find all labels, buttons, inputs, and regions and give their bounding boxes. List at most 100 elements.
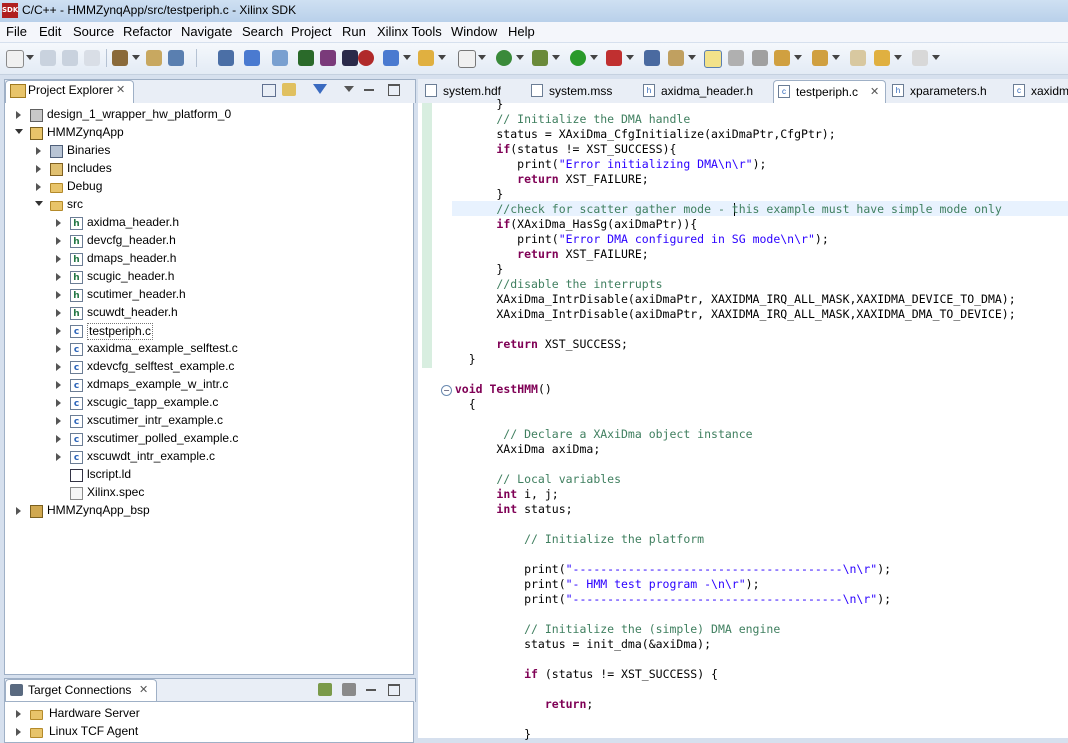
expand-icon[interactable] (56, 291, 61, 299)
back-dropdown-icon[interactable] (894, 55, 902, 60)
expand-icon[interactable] (36, 147, 41, 155)
expand-icon[interactable] (36, 183, 41, 191)
tree-item-linux-tcf-agent[interactable]: Linux TCF Agent (49, 724, 138, 742)
show-whitespace-icon[interactable] (752, 50, 768, 66)
expand-icon[interactable] (56, 273, 61, 281)
expand-icon[interactable] (56, 237, 61, 245)
tree-item[interactable]: design_1_wrapper_hw_platform_0 (47, 107, 231, 125)
tree-item[interactable]: lscript.ld (87, 467, 131, 485)
editor-tab[interactable]: h axidma_header.h (639, 80, 769, 102)
editor-tab[interactable]: c testperiph.c ✕ (773, 80, 886, 103)
expand-icon[interactable] (56, 219, 61, 227)
target-connection-settings-icon[interactable] (342, 683, 356, 696)
editor-tab[interactable]: c xaxidm (1009, 80, 1068, 102)
tree-item[interactable]: Binaries (67, 143, 110, 161)
tree-item[interactable]: xscutimer_polled_example.c (87, 431, 238, 449)
menu-xilinx-tools[interactable]: Xilinx Tools (377, 24, 442, 39)
menu-run[interactable]: Run (342, 24, 366, 39)
expand-icon[interactable] (56, 327, 61, 335)
marker-dropdown-icon[interactable] (688, 55, 696, 60)
new-icon[interactable] (6, 50, 24, 68)
close-icon[interactable]: ✕ (870, 85, 879, 98)
menu-navigate[interactable]: Navigate (181, 24, 232, 39)
link-with-editor-icon[interactable] (282, 83, 296, 96)
new-dropdown-icon[interactable] (26, 55, 34, 60)
expand-icon[interactable] (16, 710, 21, 718)
block-selection-icon[interactable] (728, 50, 744, 66)
expand-icon[interactable] (56, 345, 61, 353)
expand-icon[interactable] (56, 309, 61, 317)
menu-refactor[interactable]: Refactor (123, 24, 172, 39)
run-dropdown-icon[interactable] (590, 55, 598, 60)
maximize-icon[interactable] (388, 684, 400, 696)
tree-item[interactable]: xscuwdt_intr_example.c (87, 449, 215, 467)
tree-item[interactable]: Debug (67, 179, 102, 197)
save-icon[interactable] (40, 50, 56, 66)
minimize-icon[interactable] (366, 689, 376, 691)
new-source-dropdown-icon[interactable] (478, 55, 486, 60)
expand-icon[interactable] (56, 453, 61, 461)
tree-item-hardware-server[interactable]: Hardware Server (49, 706, 140, 724)
tree-item[interactable]: xdevcfg_selftest_example.c (87, 359, 234, 377)
tree-item[interactable]: src (67, 197, 83, 215)
build-icon[interactable] (112, 50, 128, 66)
collapse-icon[interactable] (35, 201, 43, 206)
build-dropdown-icon[interactable] (132, 55, 140, 60)
maximize-icon[interactable] (388, 84, 400, 96)
tree-item[interactable]: HMMZynqApp (47, 125, 124, 143)
previous-annotation-dropdown-icon[interactable] (832, 55, 840, 60)
previous-annotation-icon[interactable] (812, 50, 828, 66)
expand-icon[interactable] (16, 111, 21, 119)
collapse-icon[interactable] (15, 129, 23, 134)
run-icon[interactable] (570, 50, 586, 66)
menu-edit[interactable]: Edit (39, 24, 61, 39)
hardware-icon[interactable] (272, 50, 288, 66)
new-c-project-dropdown-icon[interactable] (403, 55, 411, 60)
debug-dropdown-icon[interactable] (552, 55, 560, 60)
forward-dropdown-icon[interactable] (932, 55, 940, 60)
tree-item[interactable]: dmaps_header.h (87, 251, 176, 269)
editor-tab[interactable]: system.mss (527, 80, 635, 102)
filter-icon[interactable] (313, 84, 327, 94)
minimize-icon[interactable] (364, 89, 374, 91)
next-annotation-dropdown-icon[interactable] (794, 55, 802, 60)
binary-icon[interactable] (168, 50, 184, 66)
editor-tab[interactable]: h xparameters.h (888, 80, 1005, 102)
flash-icon[interactable] (320, 50, 336, 66)
menu-source[interactable]: Source (73, 24, 114, 39)
clean-icon[interactable] (146, 50, 162, 66)
xsct-icon[interactable] (358, 50, 374, 66)
tree-item[interactable]: scutimer_header.h (87, 287, 186, 305)
tree-item[interactable]: scuwdt_header.h (87, 305, 178, 323)
refresh-icon[interactable] (496, 50, 512, 66)
tree-item[interactable]: testperiph.c (87, 323, 154, 340)
expand-icon[interactable] (56, 363, 61, 371)
xilinx-tool-icon[interactable] (298, 50, 314, 66)
tree-item[interactable]: axidma_header.h (87, 215, 179, 233)
new-target-connection-icon[interactable] (318, 683, 332, 696)
open-perspective-icon[interactable] (644, 50, 660, 66)
close-icon[interactable]: ✕ (139, 683, 148, 696)
expand-icon[interactable] (16, 507, 21, 515)
tree-item[interactable]: scugic_header.h (87, 269, 174, 287)
tree-item[interactable]: xscutimer_intr_example.c (87, 413, 223, 431)
view-menu-icon[interactable] (344, 86, 354, 92)
tree-item[interactable]: xaxidma_example_selftest.c (87, 341, 238, 359)
menu-project[interactable]: Project (291, 24, 331, 39)
save-all-icon[interactable] (62, 50, 78, 66)
external-tools-dropdown-icon[interactable] (626, 55, 634, 60)
open-project-icon[interactable] (418, 50, 434, 66)
tree-item[interactable]: HMMZynqApp_bsp (47, 503, 150, 521)
expand-icon[interactable] (56, 399, 61, 407)
last-edit-location-icon[interactable] (850, 50, 866, 66)
expand-icon[interactable] (16, 728, 21, 736)
new-source-icon[interactable] (458, 50, 476, 68)
menu-search[interactable]: Search (242, 24, 283, 39)
collapse-all-icon[interactable] (262, 84, 276, 97)
back-icon[interactable] (874, 50, 890, 66)
menu-window[interactable]: Window (451, 24, 497, 39)
new-c-project-icon[interactable] (383, 50, 399, 66)
tree-item[interactable]: Xilinx.spec (87, 485, 144, 503)
open-project-dropdown-icon[interactable] (438, 55, 446, 60)
forward-icon[interactable] (912, 50, 928, 66)
